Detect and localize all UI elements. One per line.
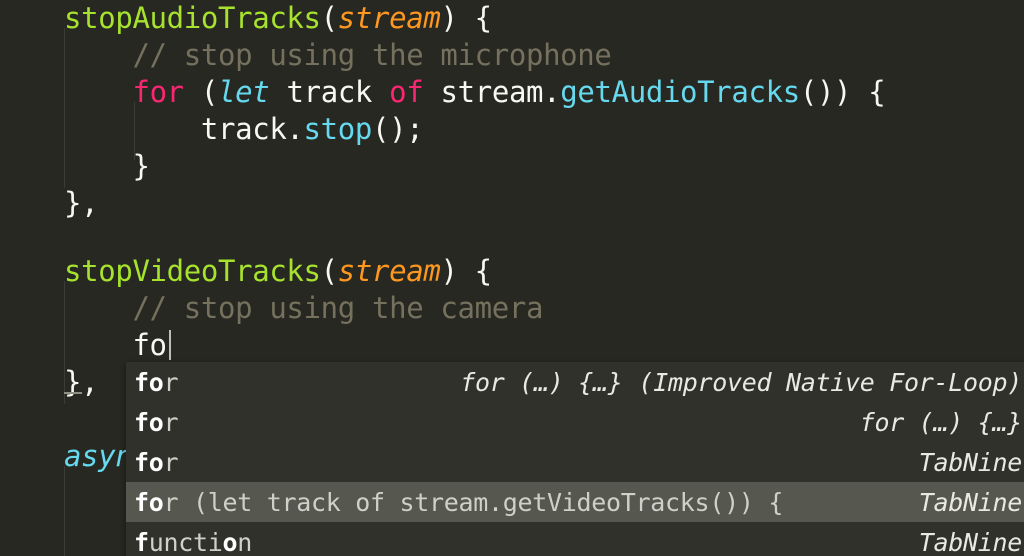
autocomplete-item-source: (Improved Native For-Loop): [638, 367, 1022, 397]
match-highlight: f: [134, 527, 149, 556]
label-rest: r (let track of stream.getVideoTracks())…: [163, 487, 784, 517]
autocomplete-item[interactable]: for (let track of stream.getVideoTracks(…: [126, 482, 1024, 522]
label-rest: r: [163, 407, 179, 437]
text-caret: [169, 330, 171, 360]
autocomplete-item[interactable]: for for (…) {…}: [126, 402, 1024, 442]
autocomplete-item-source: TabNine: [918, 527, 1023, 556]
autocomplete-item[interactable]: for TabNine: [126, 442, 1024, 482]
indent-guide: [64, 281, 65, 404]
match-highlight: o: [222, 527, 238, 556]
autocomplete-item-source: for (…) {…}: [859, 407, 1023, 437]
autocomplete-item-source: TabNine: [918, 487, 1023, 517]
indent-guide: [134, 102, 135, 160]
match-highlight: fo: [134, 447, 164, 477]
autocomplete-item-detail: for (…) {…}: [460, 367, 623, 397]
autocomplete-item-label: function: [134, 528, 252, 556]
label-rest: r: [163, 447, 179, 477]
bracket-match-underline: [64, 392, 82, 394]
autocomplete-item[interactable]: function TabNine: [126, 522, 1024, 556]
code-editor[interactable]: stopAudioTracks(stream) { // stop using …: [0, 0, 1024, 556]
label-rest: n: [237, 527, 253, 556]
autocomplete-item-source: TabNine: [918, 447, 1023, 477]
indent-guide: [64, 28, 65, 188]
indent-guide: [64, 466, 65, 556]
autocomplete-item[interactable]: for for (…) {…} (Improved Native For-Loop): [126, 362, 1024, 402]
match-highlight: fo: [134, 407, 164, 437]
match-highlight: fo: [134, 367, 164, 397]
match-highlight: fo: [134, 487, 164, 517]
label-rest: r: [163, 367, 179, 397]
autocomplete-item-label: for: [134, 447, 179, 477]
autocomplete-item-label: for (let track of stream.getVideoTracks(…: [134, 488, 783, 517]
label-rest: uncti: [148, 527, 223, 556]
autocomplete-item-label: for: [134, 407, 179, 437]
autocomplete-popup[interactable]: for for (…) {…} (Improved Native For-Loop)…: [126, 362, 1024, 556]
autocomplete-item-label: for: [134, 367, 179, 397]
